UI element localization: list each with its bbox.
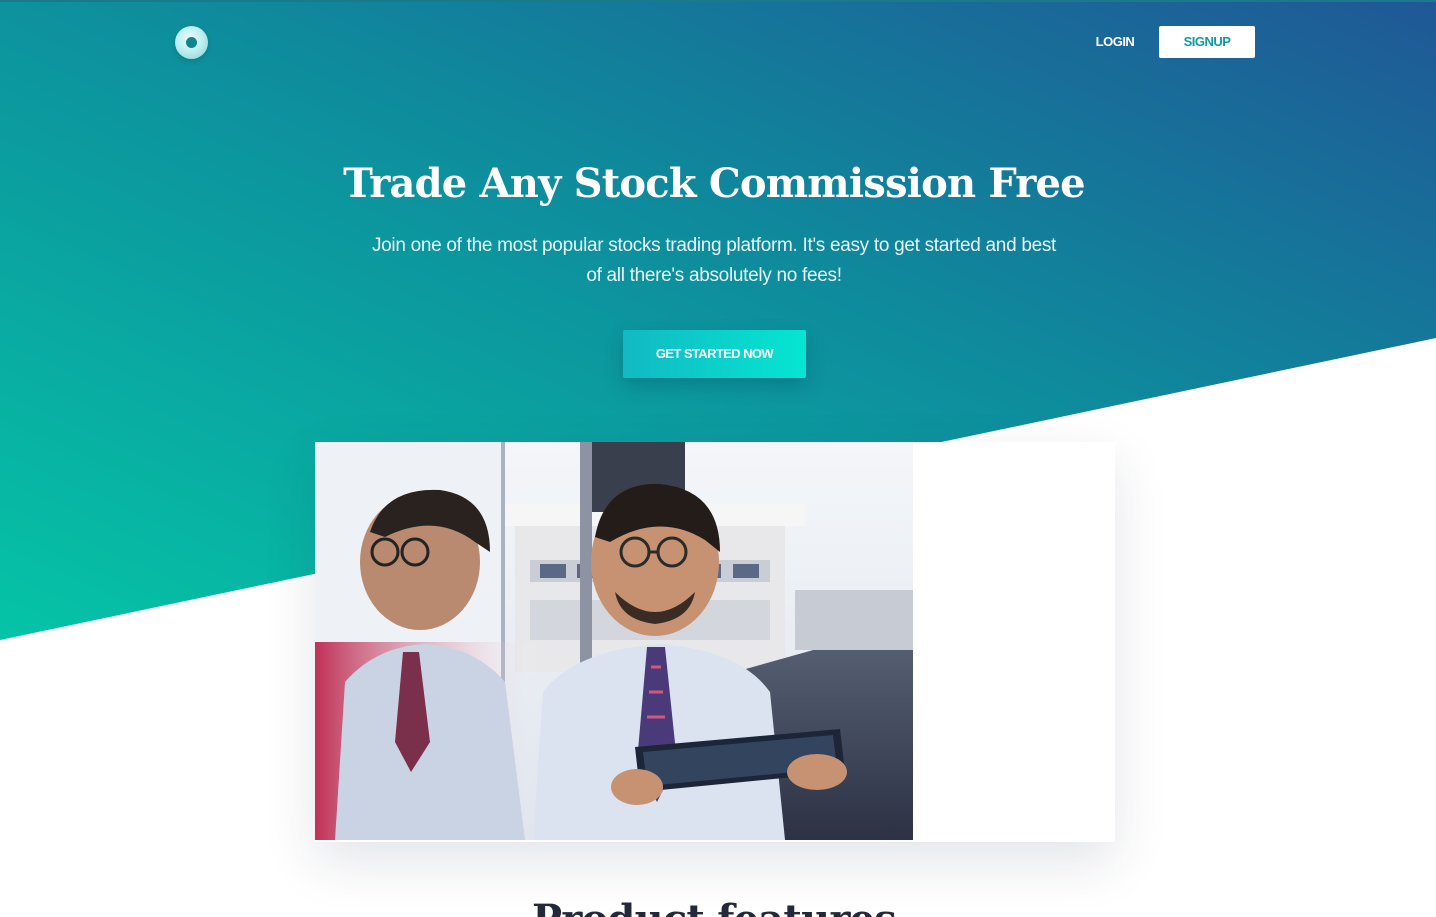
hero-subtitle: Join one of the most popular stocks trad…: [371, 235, 1057, 286]
showcase-card: [315, 442, 1115, 842]
signup-button[interactable]: SIGNUP: [1159, 26, 1255, 58]
get-started-button[interactable]: GET STARTED NOW: [623, 330, 806, 378]
hero-title: Trade Any Stock Commission Free: [343, 160, 1085, 207]
login-link[interactable]: LOGIN: [1084, 32, 1146, 52]
logo-dot: [186, 37, 197, 48]
circle-logo-icon[interactable]: [175, 26, 208, 59]
businessman-with-tablet-photo: [315, 442, 913, 840]
features-section-title: Product features: [0, 896, 1428, 917]
